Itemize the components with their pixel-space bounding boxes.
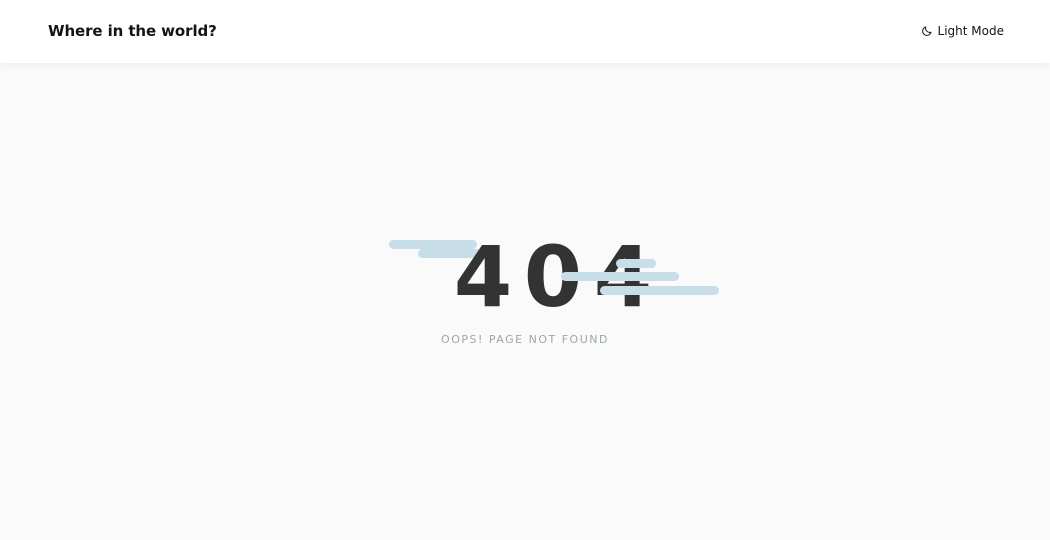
cloud-decoration xyxy=(616,259,656,268)
error-code-digit: 4 xyxy=(453,228,517,326)
cloud-decoration xyxy=(600,286,719,295)
error-illustration: 404 xyxy=(388,228,722,326)
error-message: OOPS! PAGE NOT FOUND xyxy=(441,333,609,346)
theme-toggle-button[interactable]: Light Mode xyxy=(921,23,1004,39)
main-content: 404 OOPS! PAGE NOT FOUND xyxy=(0,63,1050,540)
app-title: Where in the world? xyxy=(48,22,217,40)
app-header: Where in the world? Light Mode xyxy=(0,0,1050,63)
moon-icon xyxy=(921,25,933,37)
theme-toggle-label: Light Mode xyxy=(937,24,1004,38)
cloud-decoration xyxy=(561,272,679,281)
